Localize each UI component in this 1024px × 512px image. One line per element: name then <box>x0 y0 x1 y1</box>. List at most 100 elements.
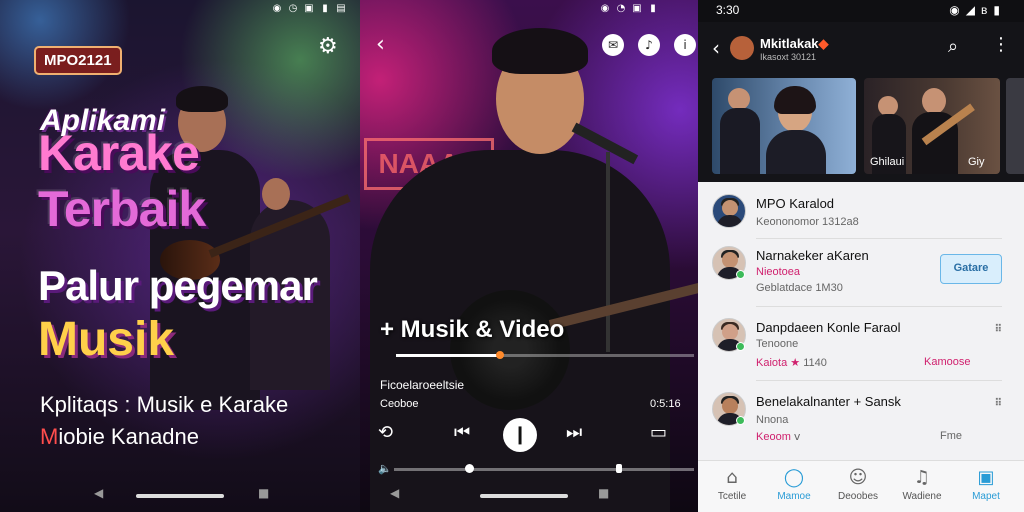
track-name: Ficoelaroeeltsie <box>380 378 465 392</box>
list-item-title: Danpdaeen Konle Faraol <box>756 320 901 335</box>
subtitle-line-1: Kplitaqs : Musik e Karake <box>40 392 289 417</box>
status-bar: ◉ ◷ ▣ ▮ ▤ <box>272 4 346 14</box>
wifi-icon: ◉ <box>600 3 610 14</box>
player-top-actions: ✉ ♪ i <box>602 34 696 56</box>
battery-icon: ▮ <box>650 3 656 14</box>
sim-icon: ▤ <box>336 3 346 14</box>
tab-people[interactable]: ☺ Deoobes <box>828 467 888 502</box>
battery-icon: ▮ <box>993 3 1000 17</box>
list-item-subtitle: Nieotoea <box>756 266 801 278</box>
chat-icon[interactable]: ✉ <box>602 34 624 56</box>
online-status-icon <box>736 342 745 351</box>
list-item-subtitle: Tenoone <box>756 338 799 350</box>
back-icon[interactable]: ‹ <box>376 32 385 57</box>
next-icon[interactable]: ⏭ <box>566 422 582 443</box>
subtitle-line-2: Miobie Kanadne <box>40 424 200 449</box>
list-item-meta: Keoom ⅴ <box>756 431 801 443</box>
video-thumbnail-1[interactable] <box>712 78 856 174</box>
thumbnail-caption-2: Giy <box>968 156 985 168</box>
channel-name: Mkitlakak◆ <box>760 36 829 51</box>
nav-recents-icon[interactable]: ■ <box>598 486 609 500</box>
list-item-action[interactable]: Kamoose <box>924 356 970 368</box>
status-time: 3:30 <box>716 3 740 17</box>
video-thumbnail-3[interactable] <box>1006 78 1024 174</box>
list-item-action[interactable]: Fme <box>940 430 962 442</box>
title-line-5: Musik <box>38 313 175 366</box>
online-status-icon <box>736 416 745 425</box>
home-indicator[interactable] <box>480 494 568 498</box>
progress-bar[interactable] <box>396 351 694 359</box>
elapsed-time: Ceoboe <box>380 398 419 410</box>
nav-recents-icon[interactable]: ■ <box>258 486 269 500</box>
bluetooth-icon: ʙ <box>981 3 988 17</box>
bell-icon: ♫ <box>913 467 931 488</box>
house-icon: ⌂ <box>726 467 738 488</box>
online-status-icon <box>736 270 745 279</box>
battery-icon: ▮ <box>322 3 328 14</box>
status-bar: 3:30 ◉ ◢ ʙ ▮ <box>698 0 1024 22</box>
section-title: + Musik & Video <box>380 316 565 343</box>
list-item-title: MPO Karalod <box>756 196 835 211</box>
store-icon: ▣ <box>977 467 995 488</box>
promo-panel: ◉ ◷ ▣ ▮ ▤ MPO2121 ⚙ Aplikami Karake Terb… <box>0 0 360 512</box>
nav-back-icon[interactable]: ◀ <box>390 486 399 500</box>
signal-icon: ◔ <box>616 3 626 14</box>
video-thumbnail-2[interactable]: Ghilaui Giy <box>864 78 1000 174</box>
app-badge: MPO2121 <box>34 46 122 75</box>
title-line-3: Terbaik <box>38 181 206 237</box>
volume-slider[interactable] <box>394 464 694 473</box>
more-icon[interactable]: ⠿ <box>995 398 1002 409</box>
progress-fill <box>396 354 501 357</box>
people-icon: ☺ <box>848 467 868 488</box>
channel-handle: Ikasoxt 30121 <box>760 52 817 62</box>
divider <box>756 306 1002 307</box>
tab-store[interactable]: ▣ Mapet <box>956 467 1016 502</box>
list-item-subtitle: Nnona <box>756 414 789 426</box>
title-line-2: Karake <box>38 125 200 181</box>
list-item[interactable]: Narnakeker aKaren Nieotoea Geblatdace 1M… <box>712 246 1002 306</box>
search-icon[interactable]: ⌕ <box>948 36 958 57</box>
list-item-title: Narnakeker aKaren <box>756 248 869 263</box>
system-nav-bar: ◀ ■ <box>0 482 360 506</box>
gear-icon[interactable]: ⚙ <box>318 34 338 59</box>
volume-handle[interactable] <box>465 464 474 473</box>
bottom-tab-bar: ⌂ Tcetile ◯ Mamoe ☺ Deoobes ♫ Wadiene ▣ … <box>698 460 1024 512</box>
thumbnail-caption: Ghilaui <box>870 156 905 168</box>
channel-panel: 3:30 ◉ ◢ ʙ ▮ ‹ Mkitlakak◆ Ikasoxt 30121 … <box>698 0 1024 512</box>
mic-icon[interactable]: ♪ <box>638 34 660 56</box>
chat-icon: ◯ <box>783 467 805 488</box>
nav-back-icon[interactable]: ◀ <box>94 486 103 500</box>
play-pause-button[interactable]: ❙ <box>503 418 537 452</box>
back-icon[interactable]: ‹ <box>712 36 720 60</box>
get-button[interactable]: Gatare <box>940 254 1002 284</box>
list-item[interactable]: Danpdaeen Konle Faraol Tenoone Kaiota ★ … <box>712 318 1002 376</box>
wifi-icon: ◉ <box>949 3 960 17</box>
status-bar: ◉ ◔ ▣ ▮ <box>600 4 658 14</box>
wifi-icon: ◉ <box>272 3 282 14</box>
previous-icon[interactable]: ⏮ <box>454 422 470 443</box>
title-line-4: Palur pegemar <box>38 262 318 309</box>
avatar <box>712 194 746 228</box>
list-item[interactable]: Benelakalnanter + Sansk Nnona Keoom ⅴ Fm… <box>712 392 1002 450</box>
repeat-icon[interactable]: ⟲ <box>378 422 393 443</box>
list-item-subtitle: Keononomor 1312a8 <box>756 216 859 228</box>
player-panel: NAAAN ‹ ◉ ◔ ▣ ▮ ✉ ♪ i + Musik & Video Fi… <box>360 0 698 512</box>
system-nav-bar: ◀ ■ <box>360 482 698 506</box>
image-icon: ▣ <box>304 3 314 14</box>
channel-avatar[interactable] <box>730 36 754 60</box>
divider <box>756 380 1002 381</box>
list-item-title: Benelakalnanter + Sansk <box>756 394 901 409</box>
tab-notifications[interactable]: ♫ Wadiene <box>892 467 952 502</box>
total-time: 0:5:16 <box>650 398 681 410</box>
channel-header: ‹ Mkitlakak◆ Ikasoxt 30121 ⌕ ⋮ Ghilaui G… <box>698 22 1024 182</box>
cast-icon[interactable]: ▭ <box>650 422 667 443</box>
list-item[interactable]: MPO Karalod Keononomor 1312a8 <box>712 194 1002 234</box>
more-icon[interactable]: ⋮ <box>992 34 1010 55</box>
info-icon[interactable]: i <box>674 34 696 56</box>
list-item-meta: Geblatdace 1M30 <box>756 282 843 294</box>
divider <box>756 238 1002 239</box>
tab-home[interactable]: ⌂ Tcetile <box>702 467 762 502</box>
home-indicator[interactable] <box>136 494 224 498</box>
more-icon[interactable]: ⠿ <box>995 324 1002 335</box>
tab-messages[interactable]: ◯ Mamoe <box>764 467 824 502</box>
